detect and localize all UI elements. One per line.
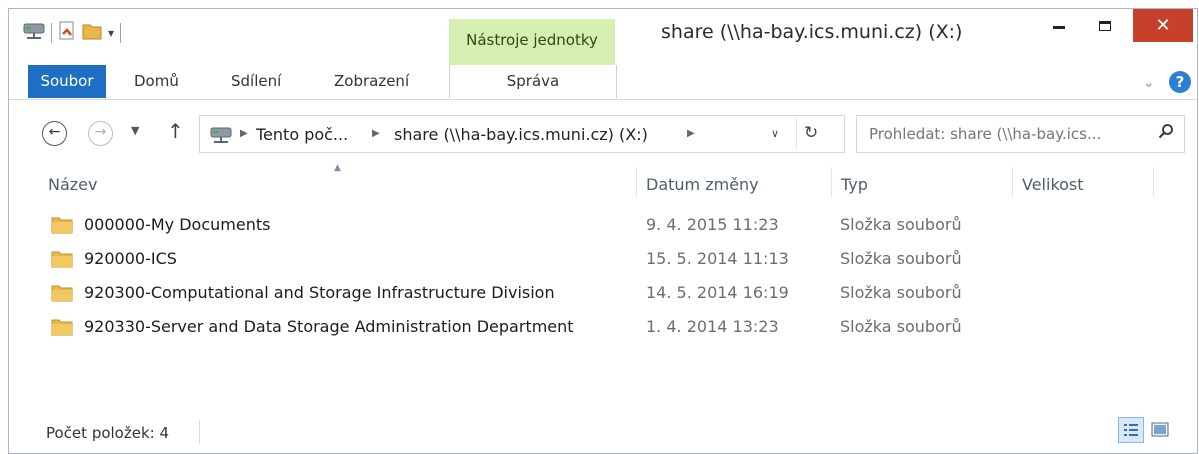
forward-button[interactable]: → xyxy=(88,121,113,146)
toolbar-separator xyxy=(120,23,122,43)
properties-icon[interactable] xyxy=(58,21,76,45)
search-box[interactable] xyxy=(856,115,1185,153)
list-item[interactable]: 000000-My Documents 9. 4. 2015 11:23 Slo… xyxy=(47,209,1147,241)
minimize-button[interactable] xyxy=(1039,9,1079,42)
back-button[interactable]: ← xyxy=(42,121,67,146)
item-type: Složka souborů xyxy=(840,283,962,302)
new-folder-icon[interactable] xyxy=(82,21,102,45)
item-date: 14. 5. 2014 16:19 xyxy=(646,283,789,302)
breadcrumb-item[interactable]: Tento poč... xyxy=(256,125,348,144)
close-icon: ✕ xyxy=(1155,15,1171,36)
sort-ascending-icon: ▲ xyxy=(334,163,341,173)
window-title: share (\\ha-bay.ics.muni.cz) (X:) xyxy=(661,21,963,43)
navigation-bar: ← → ▼ ↑ ▶ Tento poč... ▶ share (\\ha-bay… xyxy=(9,115,1197,155)
item-count: Počet položek: 4 xyxy=(46,424,170,442)
status-bar: Počet položek: 4 xyxy=(9,414,1197,450)
toolbar-separator xyxy=(51,23,52,43)
item-name: 000000-My Documents xyxy=(84,215,271,234)
folder-icon xyxy=(51,317,73,341)
address-bar[interactable]: ▶ Tento poč... ▶ share (\\ha-bay.ics.mun… xyxy=(199,115,845,153)
tab-share[interactable]: Sdílení xyxy=(231,65,281,98)
column-divider[interactable] xyxy=(1153,167,1154,197)
tab-view[interactable]: Zobrazení xyxy=(334,65,409,98)
minimize-icon xyxy=(1053,26,1065,29)
breadcrumb-separator[interactable]: ▶ xyxy=(240,128,248,139)
tab-home[interactable]: Domů xyxy=(134,65,179,98)
folder-icon xyxy=(51,215,73,239)
details-view-icon[interactable] xyxy=(1118,417,1144,443)
network-drive-icon xyxy=(210,126,232,148)
tab-manage[interactable]: Správa xyxy=(449,65,617,98)
item-name: 920000-ICS xyxy=(84,249,177,268)
column-size[interactable]: Velikost xyxy=(1022,175,1084,194)
column-divider[interactable] xyxy=(831,167,832,197)
item-name: 920330-Server and Data Storage Administr… xyxy=(84,317,574,336)
column-divider[interactable] xyxy=(1012,167,1013,197)
folder-icon xyxy=(51,249,73,273)
ribbon-controls: ⌄ ? xyxy=(1142,71,1191,93)
breadcrumb-separator[interactable]: ▶ xyxy=(687,128,695,139)
list-item[interactable]: 920000-ICS 15. 5. 2014 11:13 Složka soub… xyxy=(47,243,1147,275)
large-icons-view-icon[interactable] xyxy=(1150,420,1170,440)
maximize-button[interactable] xyxy=(1085,9,1125,42)
status-divider xyxy=(199,420,200,444)
refresh-icon[interactable]: ↻ xyxy=(804,123,818,143)
item-date: 15. 5. 2014 11:13 xyxy=(646,249,789,268)
quick-access-toolbar: ▾ xyxy=(23,21,122,45)
folder-icon xyxy=(51,283,73,307)
tab-file[interactable]: Soubor xyxy=(28,65,106,98)
breadcrumb-separator[interactable]: ▶ xyxy=(372,128,380,139)
column-date[interactable]: Datum změny xyxy=(646,175,759,194)
column-type[interactable]: Typ xyxy=(841,175,868,194)
close-button[interactable]: ✕ xyxy=(1133,9,1193,42)
item-type: Složka souborů xyxy=(840,249,962,268)
search-icon[interactable] xyxy=(1158,123,1174,143)
customize-toolbar-icon[interactable]: ▾ xyxy=(108,26,114,40)
item-type: Složka souborů xyxy=(840,317,962,336)
title-bar: ▾ Nástroje jednotky share (\\ha-bay.ics.… xyxy=(9,9,1197,65)
address-dropdown-button[interactable]: ∨ xyxy=(771,127,779,140)
address-divider xyxy=(796,117,797,149)
help-icon[interactable]: ? xyxy=(1169,71,1191,93)
maximize-icon xyxy=(1099,20,1111,31)
ribbon-tabs: Soubor Domů Sdílení Zobrazení Správa ⌄ ? xyxy=(9,65,1197,100)
search-input[interactable] xyxy=(867,124,1151,144)
network-drive-icon[interactable] xyxy=(23,22,45,44)
column-name[interactable]: Název xyxy=(48,175,97,194)
item-date: 1. 4. 2014 13:23 xyxy=(646,317,779,336)
context-tool-header: Nástroje jednotky xyxy=(449,19,615,65)
item-date: 9. 4. 2015 11:23 xyxy=(646,215,779,234)
list-item[interactable]: 920300-Computational and Storage Infrast… xyxy=(47,277,1147,309)
recent-locations-button[interactable]: ▼ xyxy=(131,124,139,137)
list-item[interactable]: 920330-Server and Data Storage Administr… xyxy=(47,311,1147,343)
column-divider[interactable] xyxy=(636,167,637,197)
item-name: 920300-Computational and Storage Infrast… xyxy=(84,283,555,302)
explorer-window: ▾ Nástroje jednotky share (\\ha-bay.ics.… xyxy=(8,8,1198,454)
up-button[interactable]: ↑ xyxy=(167,119,184,143)
breadcrumb-item[interactable]: share (\\ha-bay.ics.muni.cz) (X:) xyxy=(394,125,648,144)
item-type: Složka souborů xyxy=(840,215,962,234)
context-tool-label: Nástroje jednotky xyxy=(466,31,598,49)
chevron-down-icon[interactable]: ⌄ xyxy=(1142,73,1155,91)
column-headers: ▲ Název Datum změny Typ Velikost xyxy=(9,163,1197,203)
